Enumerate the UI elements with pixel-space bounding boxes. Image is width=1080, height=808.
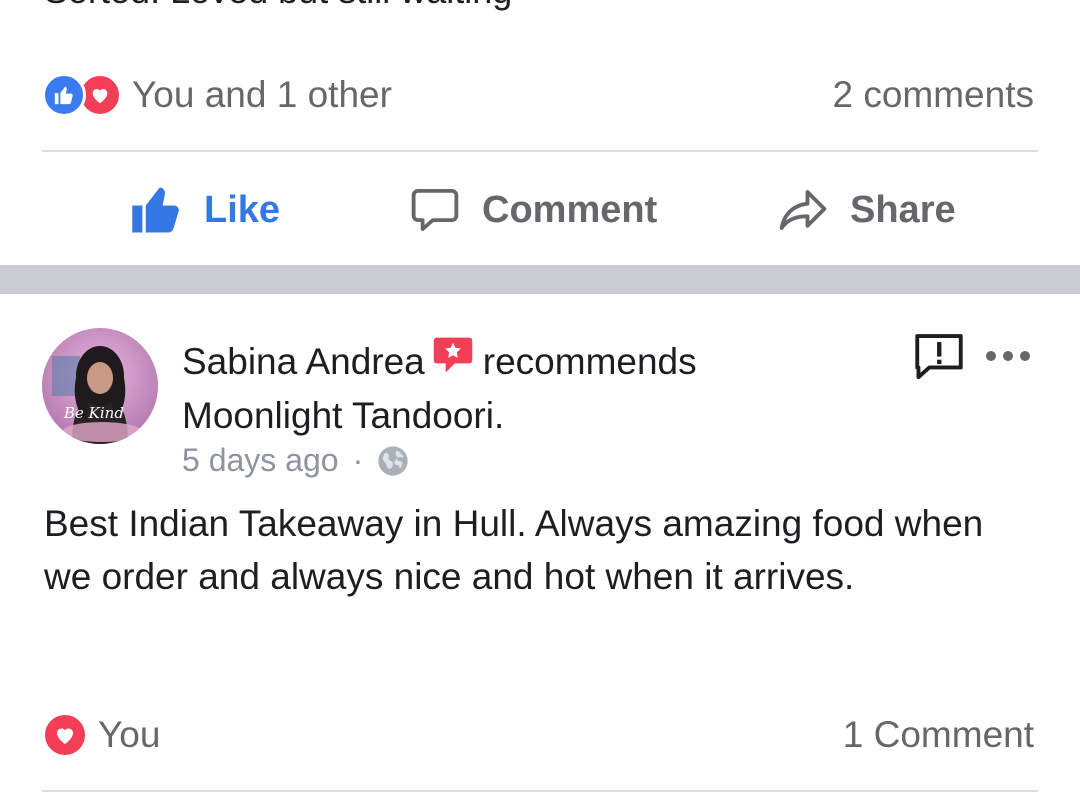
comments-count-link[interactable]: 2 comments [832, 72, 1034, 118]
reactions-text: You and 1 other [132, 74, 392, 115]
comment-label: Comment [482, 188, 658, 231]
report-button[interactable] [910, 330, 968, 393]
like-label: Like [204, 188, 281, 231]
meta-separator: · [352, 442, 364, 478]
more-options-button[interactable] [984, 346, 1032, 371]
like-button[interactable]: Like [130, 178, 280, 242]
page-name[interactable]: Moonlight Tandoori. [182, 395, 504, 436]
author-name[interactable]: Sabina Andrea [182, 341, 425, 382]
globe-icon [378, 445, 408, 476]
reactions-summary-2[interactable]: You [42, 712, 160, 758]
reactions-text: You [98, 714, 161, 755]
post-header: Sabina Andrea recommends Moonlight Tandoo… [182, 334, 882, 441]
thumbs-up-icon [132, 187, 179, 233]
share-button[interactable]: Share [776, 178, 956, 242]
reactions-summary[interactable]: You and 1 other [42, 72, 392, 118]
post-body: Best Indian Takeaway in Hull. Always ama… [44, 503, 984, 597]
comment-button[interactable]: Comment [408, 178, 657, 242]
recommendation-icon [431, 334, 475, 391]
recommend-verb: recommends [482, 341, 697, 382]
divider [42, 150, 1038, 152]
divider [42, 790, 1038, 792]
post-separator [0, 265, 1080, 294]
comment-bubble-icon [411, 188, 459, 232]
comments-count-link[interactable]: 1 Comment [843, 712, 1034, 758]
avatar[interactable]: Be Kind [42, 328, 158, 444]
like-reaction-icon [42, 73, 86, 117]
previous-post-text: Sorted. Loved but still waiting [44, 0, 512, 12]
more-dots-icon [986, 351, 1030, 361]
love-reaction-icon [42, 712, 88, 758]
timestamp[interactable]: 5 days ago [182, 442, 339, 479]
post-meta: 5 days ago · [182, 442, 409, 479]
share-label: Share [850, 188, 956, 231]
share-arrow-icon [779, 190, 827, 230]
report-icon [915, 334, 963, 380]
avatar-caption: Be Kind [63, 404, 124, 422]
